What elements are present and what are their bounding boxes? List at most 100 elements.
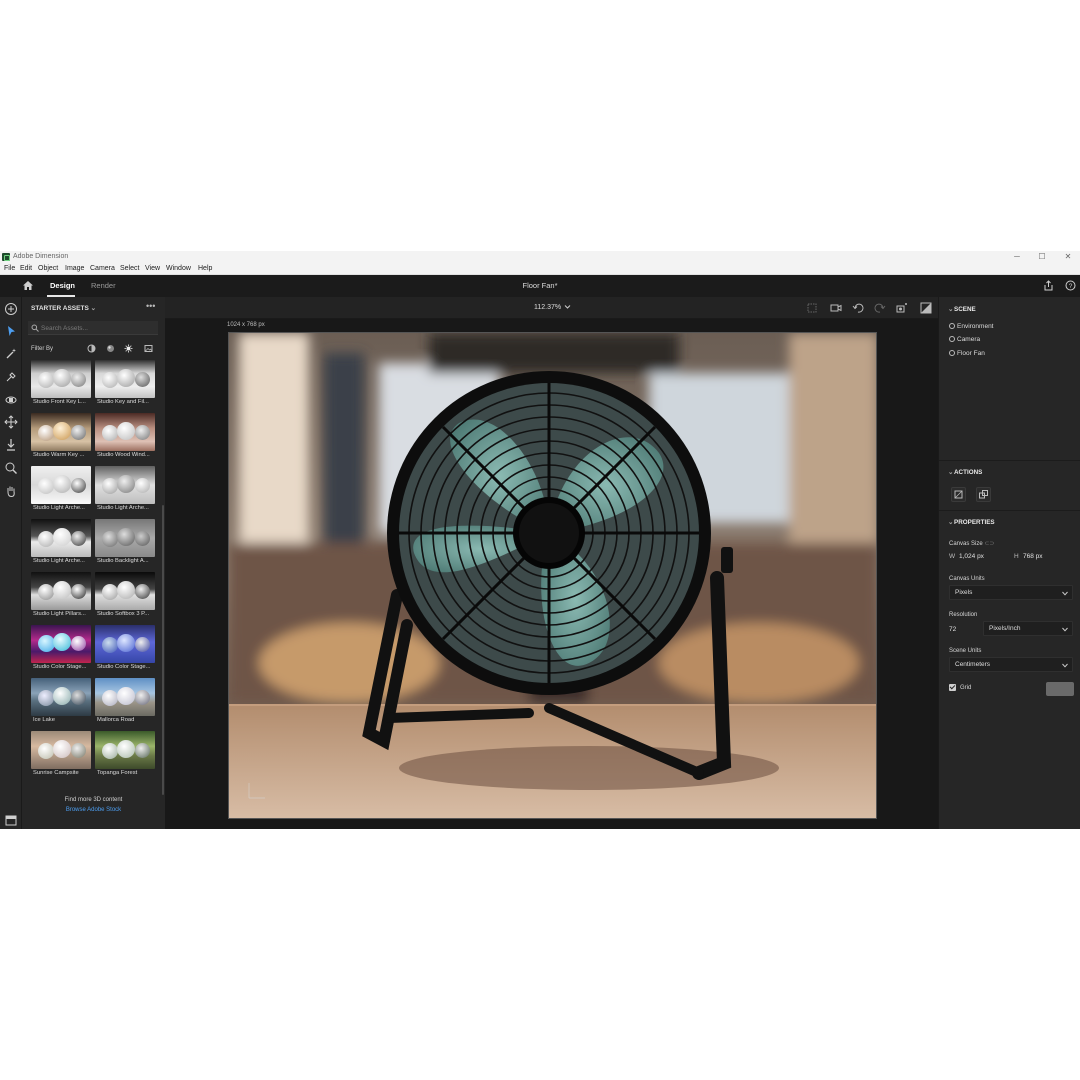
asset-thumbnail — [31, 360, 91, 398]
asset-thumbnail — [31, 678, 91, 716]
canvas-size-label: Canvas Size ⊂⊃ — [949, 541, 995, 547]
resolution-unit-value: Pixels/Inch — [989, 625, 1021, 632]
height-label: H — [1014, 553, 1019, 560]
zoom-icon[interactable] — [4, 461, 18, 475]
maximize-button[interactable]: ☐ — [1036, 252, 1048, 262]
filter-models-icon[interactable] — [87, 344, 96, 353]
asset-thumbnail — [95, 731, 155, 769]
menu-select[interactable]: Select — [120, 265, 139, 272]
sample-tool-icon[interactable] — [4, 370, 18, 384]
share-icon[interactable] — [1043, 280, 1054, 291]
snap-camera-icon[interactable] — [896, 302, 908, 314]
undo-camera-icon[interactable] — [852, 302, 864, 314]
scene-item-floor-fan[interactable]: Floor Fan — [949, 350, 985, 357]
menu-file[interactable]: File — [4, 265, 15, 272]
menu-object[interactable]: Object — [38, 265, 58, 272]
browse-adobe-stock-link[interactable]: Browse Adobe Stock — [22, 807, 165, 813]
scene-item-camera[interactable]: Camera — [949, 336, 980, 343]
scene-units-value: Centimeters — [955, 661, 991, 668]
pan-camera-icon[interactable] — [4, 415, 18, 429]
render-canvas[interactable] — [228, 332, 877, 819]
asset-tile[interactable]: Studio Wood Wind... — [95, 413, 155, 462]
filter-materials-icon[interactable] — [106, 344, 115, 353]
asset-tile[interactable]: Studio Backlight A... — [95, 519, 155, 568]
asset-tile[interactable]: Studio Color Stage... — [95, 625, 155, 674]
align-action-button[interactable] — [951, 487, 966, 502]
filter-lights-icon[interactable] — [124, 344, 133, 353]
resolution-label: Resolution — [949, 612, 978, 618]
magic-wand-icon[interactable] — [4, 347, 18, 361]
redo-camera-icon[interactable] — [874, 302, 886, 314]
help-icon[interactable]: ? — [1065, 280, 1076, 291]
properties-heading[interactable]: ⌄PROPERTIES — [948, 519, 995, 526]
asset-tile[interactable]: Studio Light Arche... — [95, 466, 155, 515]
orbit-camera-icon[interactable] — [4, 393, 18, 407]
menu-help[interactable]: Help — [198, 265, 212, 272]
dolly-camera-icon[interactable] — [4, 438, 18, 452]
height-value[interactable]: 768 px — [1023, 553, 1043, 560]
viewport[interactable]: 1024 x 768 px — [165, 319, 938, 829]
chevron-down-icon — [1062, 627, 1068, 632]
assets-heading[interactable]: STARTER ASSETS ⌄ — [31, 304, 96, 312]
asset-label: Mallorca Road — [97, 717, 135, 723]
asset-thumbnail — [95, 519, 155, 557]
asset-tile[interactable]: Ice Lake — [31, 678, 91, 727]
camera-bookmark-icon[interactable] — [830, 302, 842, 314]
panel-toggle-icon[interactable] — [4, 813, 18, 827]
menu-window[interactable]: Window — [166, 265, 191, 272]
frame-icon[interactable] — [806, 302, 818, 314]
link-icon: ⊂⊃ — [984, 541, 995, 547]
close-button[interactable]: ✕ — [1062, 252, 1074, 262]
align-icon — [954, 490, 963, 499]
more-options-icon[interactable]: ••• — [146, 301, 155, 311]
scene-units-label: Scene Units — [949, 648, 982, 654]
asset-tile[interactable]: Mallorca Road — [95, 678, 155, 727]
asset-tile[interactable]: Studio Key and Fil... — [95, 360, 155, 409]
section-divider — [939, 460, 1080, 461]
asset-tile[interactable]: Topanga Forest — [95, 731, 155, 780]
asset-tile[interactable]: Studio Light Pillars... — [31, 572, 91, 621]
asset-thumbnail — [95, 572, 155, 610]
actions-heading[interactable]: ⌄ACTIONS — [948, 469, 982, 476]
resolution-unit-dropdown[interactable]: Pixels/Inch — [983, 621, 1073, 636]
scene-units-dropdown[interactable]: Centimeters — [949, 657, 1073, 672]
asset-thumbnail — [31, 519, 91, 557]
asset-tile[interactable]: Studio Light Arche... — [31, 466, 91, 515]
zoom-level[interactable]: 112.37% — [534, 304, 561, 311]
width-value[interactable]: 1,024 px — [959, 553, 984, 560]
menu-camera[interactable]: Camera — [90, 265, 115, 272]
asset-label: Studio Light Arche... — [97, 505, 149, 511]
asset-tile[interactable]: Studio Light Arche... — [31, 519, 91, 568]
chevron-down-icon[interactable] — [564, 304, 571, 310]
render-preview-icon[interactable] — [920, 302, 932, 314]
asset-tile[interactable]: Studio Color Stage... — [31, 625, 91, 674]
assets-scrollbar[interactable] — [162, 505, 164, 795]
home-icon[interactable] — [22, 280, 34, 291]
add-content-icon[interactable] — [4, 302, 18, 316]
minimize-button[interactable]: ─ — [1011, 252, 1023, 262]
asset-tile[interactable]: Studio Warm Key ... — [31, 413, 91, 462]
menu-view[interactable]: View — [145, 265, 160, 272]
grid-checkbox[interactable] — [949, 684, 956, 691]
select-tool-icon[interactable] — [4, 324, 18, 338]
canvas-units-dropdown[interactable]: Pixels — [949, 585, 1073, 600]
asset-tile[interactable]: Studio Front Key L... — [31, 360, 91, 409]
menu-bar: File Edit Object Image Camera Select Vie… — [0, 263, 1080, 275]
grid-color-swatch[interactable] — [1046, 682, 1074, 696]
asset-tile[interactable]: Studio Softbox 3 P... — [95, 572, 155, 621]
search-field[interactable] — [28, 321, 158, 335]
scene-item-environment[interactable]: Environment — [949, 323, 994, 330]
tab-design[interactable]: Design — [50, 281, 75, 290]
group-action-button[interactable] — [976, 487, 991, 502]
search-icon — [31, 324, 39, 332]
scene-heading[interactable]: ⌄SCENE — [948, 306, 976, 313]
app-logo-icon — [2, 253, 10, 261]
asset-tile[interactable]: Sunrise Campsite — [31, 731, 91, 780]
search-input[interactable] — [41, 323, 151, 333]
filter-images-icon[interactable] — [144, 344, 153, 353]
hand-icon[interactable] — [4, 484, 18, 498]
resolution-value[interactable]: 72 — [949, 626, 956, 633]
tab-render[interactable]: Render — [91, 281, 116, 290]
menu-edit[interactable]: Edit — [20, 265, 32, 272]
menu-image[interactable]: Image — [65, 265, 84, 272]
